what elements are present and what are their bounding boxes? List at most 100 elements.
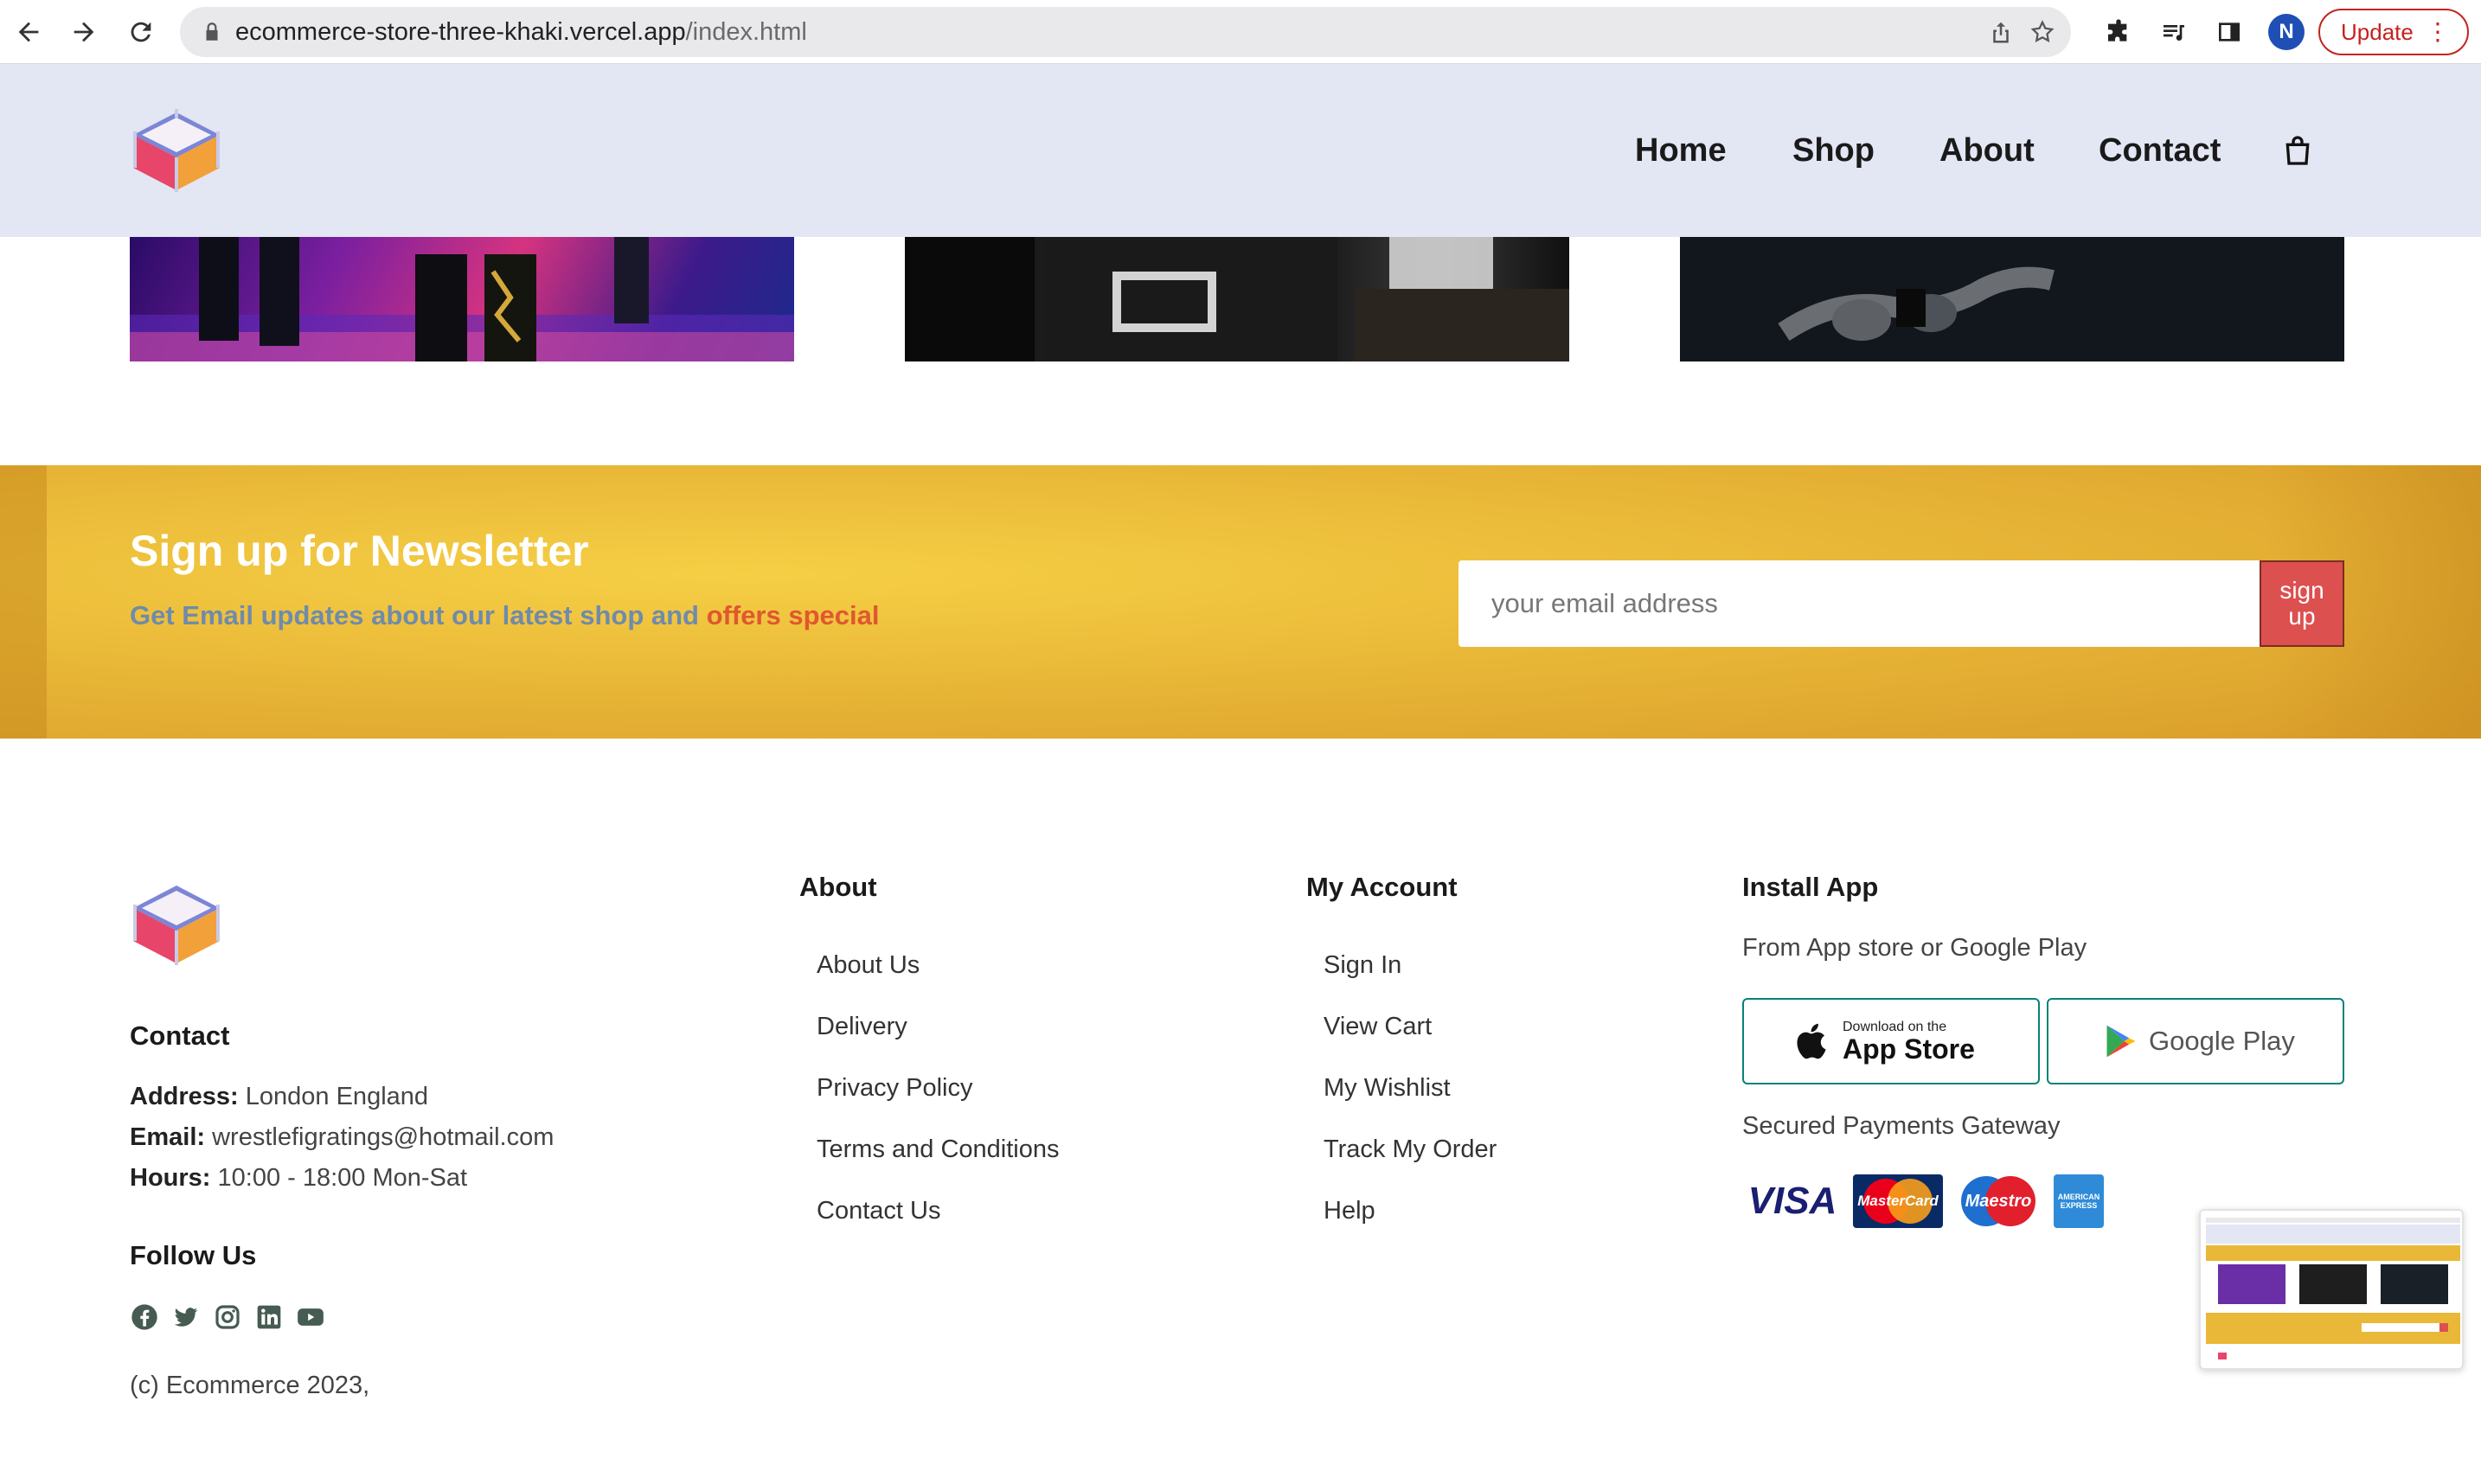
social-links: [130, 1302, 325, 1332]
footer-about-heading: About: [799, 872, 877, 902]
address-bar[interactable]: ecommerce-store-three-khaki.vercel.app/i…: [180, 7, 2071, 57]
mastercard-label: MasterCard: [1857, 1193, 1939, 1209]
signup-line-1: sign: [2279, 577, 2324, 604]
google-play-icon: [2106, 1025, 2136, 1058]
bookmark-star-icon[interactable]: [2029, 19, 2055, 45]
address-value: London England: [245, 1083, 429, 1110]
footer-address: Address: London England: [130, 1083, 428, 1111]
footer-link-privacy-policy[interactable]: Privacy Policy: [817, 1074, 973, 1103]
nav-home-link[interactable]: Home: [1635, 132, 1727, 170]
amex-logo: AMERICAN EXPRESS: [2054, 1174, 2104, 1228]
media-button[interactable]: [2157, 16, 2190, 48]
email-value: wrestlefigratings@hotmail.com: [212, 1123, 555, 1151]
tab-preview-thumbnail[interactable]: [2199, 1209, 2464, 1370]
footer-link-view-cart[interactable]: View Cart: [1324, 1013, 1432, 1041]
footer-account-heading: My Account: [1306, 872, 1458, 902]
footer-link-terms[interactable]: Terms and Conditions: [817, 1135, 1059, 1164]
footer-install-subtitle: From App store or Google Play: [1742, 934, 2087, 962]
apple-icon: [1797, 1023, 1826, 1059]
newsletter-email-input[interactable]: [1458, 560, 2261, 647]
playlist-icon: [2164, 25, 2184, 41]
browser-toolbar: ecommerce-store-three-khaki.vercel.app/i…: [0, 0, 2481, 64]
banner-image-2[interactable]: [905, 237, 1569, 361]
newsletter-signup-button[interactable]: sign up: [2260, 560, 2344, 647]
newsletter-title: Sign up for Newsletter: [130, 527, 589, 575]
newsletter-subtitle: Get Email updates about our latest shop …: [130, 600, 879, 631]
tab-preview-graphic: [2201, 1211, 2462, 1368]
twitter-icon[interactable]: [171, 1302, 201, 1332]
nav-shop[interactable]: Shop: [1792, 126, 1875, 175]
footer-email: Email: wrestlefigratings@hotmail.com: [130, 1123, 554, 1152]
site-footer: Contact Address: London England Email: w…: [0, 739, 2481, 1484]
banner-image-1[interactable]: [130, 237, 794, 361]
newsletter-section: Sign up for Newsletter Get Email updates…: [0, 465, 2481, 739]
reload-icon: [131, 22, 151, 42]
update-label: Update: [2341, 18, 2414, 45]
wrestling-ring-logo[interactable]: [126, 106, 227, 195]
footer-link-help[interactable]: Help: [1324, 1197, 1375, 1225]
address-label: Address:: [130, 1083, 239, 1110]
nav-about-link[interactable]: About: [1939, 132, 2035, 170]
app-store-big-label: App Store: [1843, 1033, 1975, 1065]
wrestlers-boots-graphic: [130, 237, 794, 361]
url-text[interactable]: ecommerce-store-three-khaki.vercel.app/i…: [235, 17, 807, 47]
linkedin-icon[interactable]: [254, 1302, 284, 1332]
forward-button[interactable]: [64, 12, 104, 52]
update-button[interactable]: Update ⋮: [2318, 9, 2469, 55]
nav-contact-link[interactable]: Contact: [2099, 132, 2221, 170]
side-panel-icon: [2219, 22, 2240, 42]
facebook-icon[interactable]: [130, 1302, 159, 1332]
arrow-right-icon: [74, 22, 94, 42]
extensions-button[interactable]: [2102, 16, 2135, 48]
nwo-shirts-graphic: [905, 237, 1569, 361]
footer-follow-heading: Follow Us: [130, 1240, 257, 1270]
site-header: Home Shop About Contact: [0, 64, 2481, 237]
hours-value: 10:00 - 18:00 Mon-Sat: [217, 1164, 468, 1192]
profile-avatar[interactable]: N: [2268, 14, 2305, 50]
google-play-button[interactable]: Google Play: [2047, 998, 2344, 1084]
nav-contact[interactable]: Contact: [2099, 126, 2221, 175]
footer-logo[interactable]: [126, 879, 227, 969]
email-label: Email:: [130, 1123, 206, 1151]
arrow-left-icon: [18, 22, 39, 42]
footer-link-sign-in[interactable]: Sign In: [1324, 951, 1401, 980]
reload-button[interactable]: [121, 12, 161, 52]
maestro-logo: Maestro: [1953, 1174, 2043, 1228]
side-panel-button[interactable]: [2213, 16, 2246, 48]
app-store-text: Download on the App Store: [1843, 1020, 1975, 1063]
footer-hours: Hours: 10:00 - 18:00 Mon-Sat: [130, 1164, 467, 1193]
newsletter-subtitle-main: Get Email updates about our latest shop …: [130, 600, 699, 630]
footer-link-wishlist[interactable]: My Wishlist: [1324, 1074, 1451, 1103]
puzzle-icon: [2108, 19, 2127, 42]
instagram-icon[interactable]: [213, 1302, 242, 1332]
back-button[interactable]: [9, 12, 48, 52]
newsletter-subtitle-highlight: offers special: [706, 600, 880, 630]
nav-about[interactable]: About: [1939, 126, 2035, 175]
footer-contact-heading: Contact: [130, 1020, 230, 1051]
hours-label: Hours:: [130, 1164, 211, 1192]
newsletter-edge-left: [0, 465, 47, 739]
google-play-label: Google Play: [2149, 1026, 2295, 1056]
kebab-menu-icon[interactable]: ⋮: [2426, 19, 2450, 45]
nav-shop-link[interactable]: Shop: [1792, 132, 1875, 170]
footer-link-track-order[interactable]: Track My Order: [1324, 1135, 1497, 1164]
share-icon[interactable]: [1988, 19, 2014, 45]
footer-link-delivery[interactable]: Delivery: [817, 1013, 907, 1041]
payment-cards: VISA MasterCard Maestro AMERICAN EXPRESS: [1742, 1174, 2104, 1228]
visa-card-logo: VISA: [1747, 1180, 1837, 1222]
mastercard-logo: MasterCard: [1853, 1174, 1943, 1228]
app-store-button[interactable]: Download on the App Store: [1742, 998, 2040, 1084]
copyright-text: (c) Ecommerce 2023,: [130, 1372, 370, 1399]
fists-graphic: [1680, 237, 2344, 361]
nav-home[interactable]: Home: [1635, 126, 1727, 175]
footer-install-heading: Install App: [1742, 872, 1879, 902]
signup-line-2: up: [2288, 603, 2316, 630]
secured-payments-label: Secured Payments Gateway: [1742, 1112, 2061, 1140]
maestro-label: Maestro: [1965, 1191, 2032, 1211]
lock-icon: [206, 22, 218, 41]
shopping-bag-icon[interactable]: [2280, 133, 2315, 168]
youtube-icon[interactable]: [296, 1302, 325, 1332]
footer-link-about-us[interactable]: About Us: [817, 951, 920, 980]
footer-link-contact-us[interactable]: Contact Us: [817, 1197, 940, 1225]
banner-image-3[interactable]: [1680, 237, 2344, 361]
